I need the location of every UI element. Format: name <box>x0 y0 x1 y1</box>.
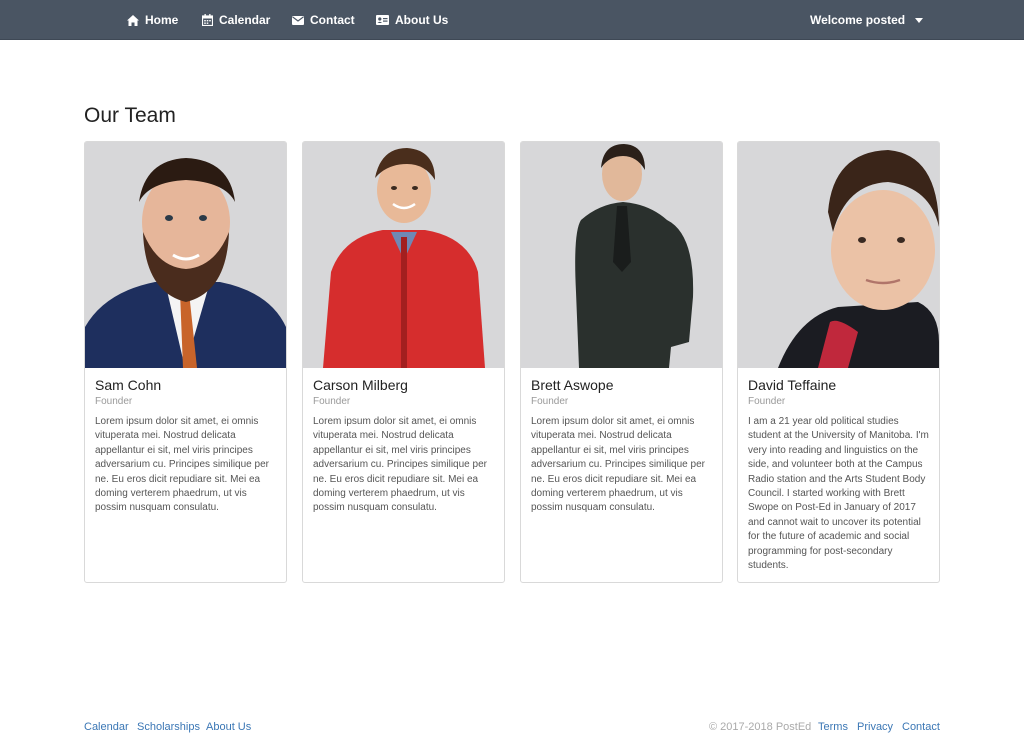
home-icon <box>127 14 139 26</box>
member-name: David Teffaine <box>748 377 837 393</box>
top-navbar: Home Calendar Contact About Us Welcome p… <box>0 0 1024 40</box>
user-menu-dropdown[interactable]: Welcome posted <box>810 0 924 40</box>
footer-calendar-link[interactable]: Calendar <box>84 721 129 733</box>
member-role: Founder <box>95 396 133 407</box>
team-card: David Teffaine Founder I am a 21 year ol… <box>737 141 940 583</box>
footer-copyright: © 2017-2018 PostEd <box>709 721 812 733</box>
footer-contact-link[interactable]: Contact <box>902 721 940 733</box>
nav-contact-link[interactable]: Contact <box>292 0 355 40</box>
member-bio: I am a 21 year old political studies stu… <box>748 416 929 572</box>
member-name: Carson Milberg <box>313 377 408 393</box>
nav-calendar-link[interactable]: Calendar <box>202 0 270 40</box>
nav-contact-label: Contact <box>310 13 355 27</box>
member-name: Brett Aswope <box>531 377 614 393</box>
footer-terms-link[interactable]: Terms <box>818 721 848 733</box>
envelope-icon <box>292 15 304 25</box>
member-role: Founder <box>748 396 786 407</box>
member-role: Founder <box>531 396 569 407</box>
user-welcome-label: Welcome posted <box>810 13 906 27</box>
team-card: Brett Aswope Founder Lorem ipsum dolor s… <box>520 141 723 583</box>
card-body: Carson Milberg Founder Lorem ipsum dolor… <box>303 368 504 516</box>
page-title: Our Team <box>84 104 176 127</box>
card-body: Sam Cohn Founder Lorem ipsum dolor sit a… <box>85 368 286 516</box>
card-body: Brett Aswope Founder Lorem ipsum dolor s… <box>521 368 722 516</box>
nav-calendar-label: Calendar <box>219 13 271 27</box>
footer-about-link[interactable]: About Us <box>206 721 251 733</box>
card-body: David Teffaine Founder I am a 21 year ol… <box>738 368 939 573</box>
chevron-down-icon <box>915 17 924 23</box>
nav-about-link[interactable]: About Us <box>376 0 448 40</box>
team-card: Sam Cohn Founder Lorem ipsum dolor sit a… <box>84 141 287 583</box>
calendar-icon <box>202 14 213 26</box>
team-member-photo <box>521 142 722 368</box>
member-bio: Lorem ipsum dolor sit amet, ei omnis vit… <box>531 416 705 514</box>
nav-home-label: Home <box>145 13 179 27</box>
team-member-photo <box>738 142 939 368</box>
nav-home-link[interactable]: Home <box>127 0 178 40</box>
team-member-photo <box>303 142 504 368</box>
footer-scholarships-link[interactable]: Scholarships <box>137 721 200 733</box>
nav-about-label: About Us <box>395 13 449 27</box>
member-bio: Lorem ipsum dolor sit amet, ei omnis vit… <box>95 416 269 514</box>
footer-privacy-link[interactable]: Privacy <box>857 721 893 733</box>
team-member-photo <box>85 142 286 368</box>
team-card: Carson Milberg Founder Lorem ipsum dolor… <box>302 141 505 583</box>
id-card-icon <box>376 15 389 25</box>
member-bio: Lorem ipsum dolor sit amet, ei omnis vit… <box>313 416 487 514</box>
member-role: Founder <box>313 396 351 407</box>
member-name: Sam Cohn <box>95 377 162 393</box>
